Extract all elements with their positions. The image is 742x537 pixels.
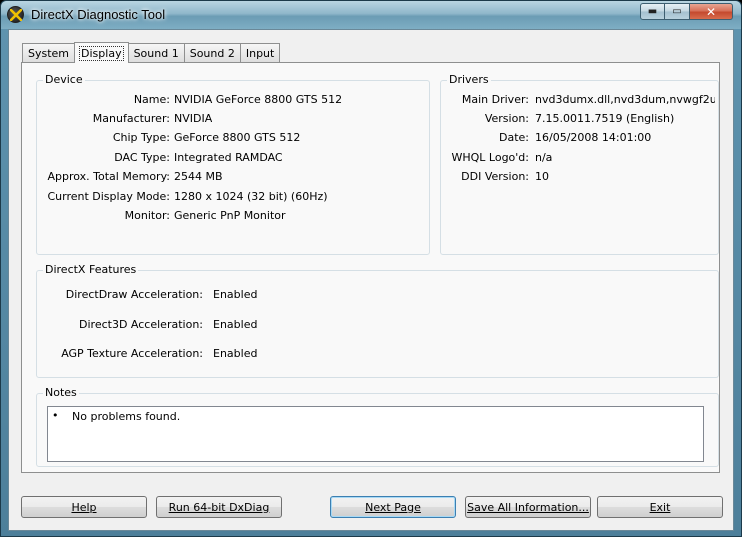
features-group-title: DirectX Features <box>43 263 139 276</box>
tab-label: Sound 2 <box>189 46 235 60</box>
manufacturer-label: Manufacturer: <box>92 112 170 125</box>
device-name-value: NVIDIA GeForce 8800 GTS 512 <box>174 93 343 106</box>
main-driver-label: Main Driver: <box>461 93 529 106</box>
directx-x-icon <box>7 6 24 23</box>
notes-bullet: • <box>52 409 59 422</box>
tab-display[interactable]: Display <box>74 42 129 63</box>
help-button-label: Help <box>71 500 97 514</box>
tab-system[interactable]: System <box>22 43 76 62</box>
whql-value: n/a <box>535 151 553 164</box>
exit-button-label: Exit <box>649 500 671 514</box>
window-title: DirectX Diagnostic Tool <box>31 7 166 22</box>
chip-type-label: Chip Type: <box>112 131 170 144</box>
display-mode-label: Current Display Mode: <box>47 190 170 203</box>
next-page-button[interactable]: Next Page <box>330 496 456 518</box>
exit-button[interactable]: Exit <box>597 496 723 518</box>
tab-input[interactable]: Input <box>239 43 281 62</box>
total-memory-label: Approx. Total Memory: <box>47 170 171 183</box>
directx-features-group: DirectX Features DirectDraw Acceleration… <box>36 263 719 378</box>
dac-type-label: DAC Type: <box>114 151 170 164</box>
maximize-button[interactable]: ▭ <box>665 3 690 20</box>
ddi-version-value: 10 <box>535 170 549 183</box>
date-label: Date: <box>499 131 529 144</box>
directdraw-value: Enabled <box>213 288 258 301</box>
title-bar[interactable]: DirectX Diagnostic Tool ▬ ▭ ✕ <box>1 1 741 29</box>
chip-type-value: GeForce 8800 GTS 512 <box>174 131 301 144</box>
main-driver-value: nvd3dumx.dll,nvd3dum,nvwgf2umx.d <box>535 93 715 106</box>
run-64bit-button-label: Run 64-bit DxDiag <box>168 500 270 514</box>
caption-buttons: ▬ ▭ ✕ <box>640 3 733 21</box>
agp-texture-label: AGP Texture Acceleration: <box>61 347 203 360</box>
directdraw-label: DirectDraw Acceleration: <box>65 288 203 301</box>
tab-label: System <box>28 46 70 60</box>
version-value: 7.15.0011.7519 (English) <box>535 112 675 125</box>
tab-sound-2[interactable]: Sound 2 <box>183 43 241 62</box>
dxdiag-window: DirectX Diagnostic Tool ▬ ▭ ✕ System Dis… <box>0 0 742 537</box>
run-64bit-dxdiag-button[interactable]: Run 64-bit DxDiag <box>156 496 282 518</box>
device-name-label: Name: <box>133 93 170 106</box>
version-label: Version: <box>484 112 529 125</box>
notes-textbox[interactable]: • No problems found. <box>47 406 704 462</box>
device-group: Device Name: NVIDIA GeForce 8800 GTS 512… <box>36 73 430 255</box>
tab-label: Input <box>245 46 275 60</box>
dialog-client-area: System Display Sound 1 Sound 2 Input Dev… <box>8 29 734 531</box>
minimize-button[interactable]: ▬ <box>640 3 665 20</box>
tab-sound-1[interactable]: Sound 1 <box>127 43 185 62</box>
agp-texture-value: Enabled <box>213 347 258 360</box>
help-button[interactable]: Help <box>21 496 147 518</box>
notes-group: Notes • No problems found. <box>36 386 719 467</box>
display-mode-value: 1280 x 1024 (32 bit) (60Hz) <box>174 190 328 203</box>
close-button[interactable]: ✕ <box>690 3 733 20</box>
save-all-information-button[interactable]: Save All Information... <box>465 496 591 518</box>
drivers-group-title: Drivers <box>447 73 491 86</box>
next-page-button-label: Next Page <box>365 500 421 514</box>
tab-label: Sound 1 <box>133 46 179 60</box>
direct3d-label: Direct3D Acceleration: <box>79 318 203 331</box>
device-group-title: Device <box>43 73 85 86</box>
total-memory-value: 2544 MB <box>174 170 223 183</box>
drivers-group: Drivers Main Driver: nvd3dumx.dll,nvd3du… <box>440 73 719 255</box>
save-all-button-label: Save All Information... <box>467 500 589 514</box>
manufacturer-value: NVIDIA <box>174 112 213 125</box>
display-tab-pane: Device Name: NVIDIA GeForce 8800 GTS 512… <box>21 62 720 473</box>
tab-strip: System Display Sound 1 Sound 2 Input <box>22 42 281 63</box>
ddi-version-label: DDI Version: <box>461 170 529 183</box>
date-value: 16/05/2008 14:01:00 <box>535 131 652 144</box>
monitor-label: Monitor: <box>124 209 170 222</box>
monitor-value: Generic PnP Monitor <box>174 209 286 222</box>
notes-group-title: Notes <box>43 386 79 399</box>
direct3d-value: Enabled <box>213 318 258 331</box>
whql-label: WHQL Logo'd: <box>451 151 529 164</box>
dac-type-value: Integrated RAMDAC <box>174 151 283 164</box>
notes-text: No problems found. <box>72 410 181 423</box>
tab-label: Display <box>79 45 124 61</box>
